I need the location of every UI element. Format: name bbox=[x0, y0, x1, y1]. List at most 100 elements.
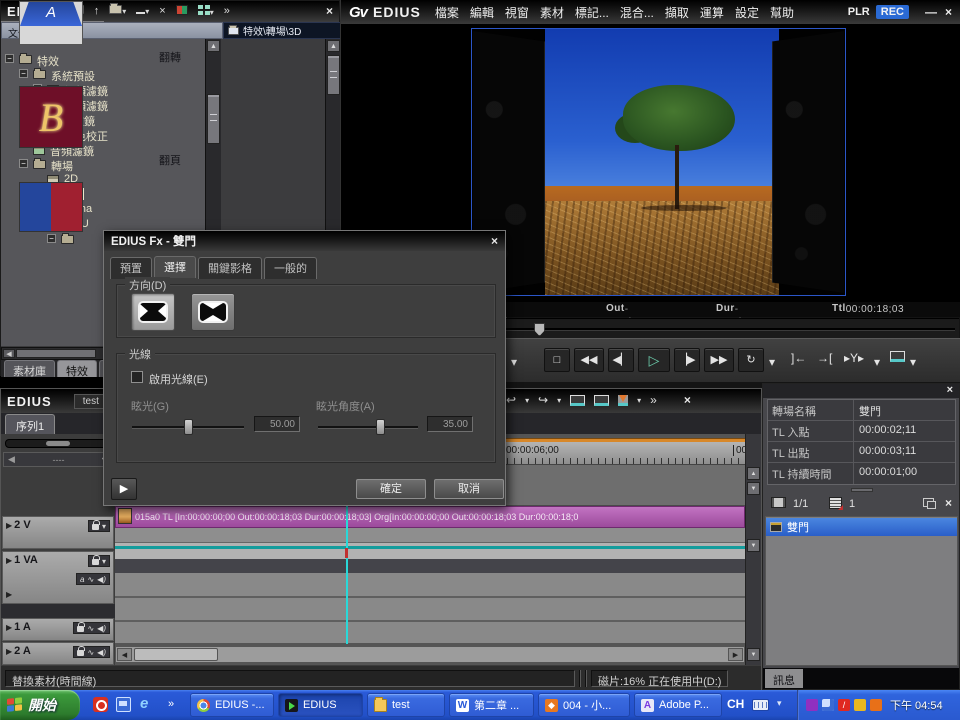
menu-help[interactable]: 幫助 bbox=[770, 4, 794, 21]
tray-security-icon[interactable] bbox=[854, 699, 866, 711]
effect-thumb-flip[interactable]: A bbox=[19, 21, 83, 45]
dialog-titlebar[interactable]: EDIUS Fx - 雙門 × bbox=[104, 231, 505, 251]
overwrite-clip-icon[interactable] bbox=[594, 395, 609, 406]
timeline-clip[interactable]: 015a0 TL [In:00:00:00;00 Out:00:00:18;03… bbox=[115, 506, 745, 528]
play-button[interactable]: ▷ bbox=[638, 348, 670, 372]
delete-icon[interactable]: × bbox=[159, 5, 165, 17]
tab-select[interactable]: 選擇 bbox=[154, 256, 196, 278]
add-marker-icon[interactable] bbox=[618, 395, 628, 406]
menu-view[interactable]: 視窗 bbox=[505, 4, 529, 21]
export-icon[interactable] bbox=[890, 351, 905, 365]
scroll-handle[interactable] bbox=[207, 94, 220, 144]
track-header-1a[interactable]: ▶1 A ∿◀) bbox=[2, 618, 114, 641]
track-header-2v[interactable]: ▶2 V ▾ bbox=[2, 516, 114, 549]
layout-icon[interactable] bbox=[923, 498, 934, 510]
audio-sub-controls[interactable]: a ∿ ◀) bbox=[76, 573, 110, 585]
color-preset-icon[interactable] bbox=[176, 5, 188, 18]
scroll-up-icon[interactable]: ▲ bbox=[327, 40, 340, 52]
step-forward-button[interactable]: ▕▶ bbox=[674, 348, 700, 372]
loop-button[interactable]: ↻ bbox=[738, 348, 764, 372]
timescale-dropdown[interactable]: ◀ ---- ▾ bbox=[3, 452, 111, 467]
timeline-vertical-scrollbar[interactable]: ▲ ▼ ▼ ▼ bbox=[745, 434, 761, 665]
scroll-right-icon[interactable]: ▶ bbox=[728, 648, 743, 661]
tree-item-system-presets[interactable]: − 系統預設 bbox=[1, 67, 205, 82]
track-down-icon[interactable]: ▼ bbox=[747, 482, 760, 495]
menu-edit[interactable]: 編輯 bbox=[470, 4, 494, 21]
taskbar-button-004[interactable]: ◆ 004 - 小... bbox=[538, 693, 630, 717]
more-tools-icon[interactable]: » bbox=[224, 5, 230, 17]
cancel-button[interactable]: 取消 bbox=[434, 479, 504, 499]
show-desktop-icon[interactable] bbox=[116, 697, 131, 712]
info-titlebar[interactable]: × bbox=[763, 384, 959, 398]
tab-presets[interactable]: 預置 bbox=[110, 257, 152, 279]
quicklaunch-media-icon[interactable] bbox=[93, 697, 108, 712]
menu-render[interactable]: 運算 bbox=[700, 4, 724, 21]
jog-button[interactable]: ▸Y▸ bbox=[844, 351, 864, 365]
undo-icon[interactable]: ↩ bbox=[506, 393, 516, 407]
marker-options-icon[interactable]: ▾ bbox=[637, 396, 641, 405]
up-folder-icon[interactable]: ↑ bbox=[94, 5, 100, 17]
menu-clip[interactable]: 素材 bbox=[540, 4, 564, 21]
collapse-icon[interactable]: − bbox=[19, 69, 28, 78]
rewind-button[interactable]: ◀◀ bbox=[574, 348, 604, 372]
clip-view-icon[interactable] bbox=[771, 497, 786, 511]
quicklaunch-overflow-icon[interactable]: » bbox=[168, 698, 174, 710]
set-out-button[interactable]: →[ bbox=[817, 351, 832, 365]
dialog-close-button[interactable]: × bbox=[491, 234, 498, 248]
palette-close-button[interactable]: × bbox=[326, 4, 333, 18]
effect-thumb-partial[interactable] bbox=[19, 182, 83, 232]
menu-marker[interactable]: 標記... bbox=[575, 4, 609, 21]
taskbar-button-test-folder[interactable]: test bbox=[367, 693, 445, 717]
glare-slider-handle[interactable] bbox=[184, 419, 193, 435]
dialog-preview-play-button[interactable]: ▶ bbox=[111, 478, 137, 500]
va-audio-row[interactable] bbox=[115, 528, 745, 543]
language-bar-options-icon[interactable]: ▾ bbox=[777, 698, 782, 709]
scroll-left-icon[interactable]: ◀ bbox=[3, 349, 15, 358]
menu-mode[interactable]: 混合... bbox=[620, 4, 654, 21]
main-titlebar[interactable]: Gv EDIUS 檔案 編輯 視窗 素材 標記... 混合... 擷取 運算 設… bbox=[341, 0, 960, 24]
collapse-icon[interactable]: − bbox=[47, 234, 56, 243]
plr-mode-label[interactable]: PLR bbox=[848, 6, 870, 18]
rubber-band-line[interactable] bbox=[115, 546, 745, 549]
export-options-icon[interactable]: ▾ bbox=[910, 355, 916, 369]
minimize-button[interactable]: — bbox=[925, 5, 937, 19]
scroll-left-icon[interactable]: ◀ bbox=[117, 648, 132, 661]
track-controls[interactable]: ∿◀) bbox=[73, 622, 110, 634]
tray-messenger-icon[interactable] bbox=[806, 699, 818, 711]
corner-icon[interactable]: ▼ bbox=[747, 648, 760, 661]
direction-vertical-button[interactable] bbox=[191, 293, 235, 331]
tab-message[interactable]: 訊息 bbox=[765, 669, 803, 688]
track-controls[interactable]: ▾ bbox=[88, 520, 110, 532]
internet-explorer-icon[interactable]: e bbox=[140, 697, 155, 712]
tab-keyframes[interactable]: 關鍵影格 bbox=[198, 257, 262, 279]
effect-list-item-selected[interactable]: 雙門 bbox=[766, 518, 957, 536]
track-controls[interactable]: ∿◀) bbox=[73, 646, 110, 658]
timeline-close-button[interactable]: × bbox=[684, 393, 691, 407]
tab-effects[interactable]: 特效 bbox=[57, 360, 97, 377]
scroll-handle[interactable] bbox=[134, 648, 218, 661]
menu-file[interactable]: 檔案 bbox=[435, 4, 459, 21]
glare-angle-slider[interactable] bbox=[318, 426, 418, 429]
track-header-1va[interactable]: ▶1 VA ▾ a ∿ ◀) ▶ bbox=[2, 551, 114, 604]
enable-light-checkbox[interactable] bbox=[131, 371, 143, 383]
tray-antivirus-icon[interactable]: / bbox=[838, 699, 850, 711]
set-in-button[interactable]: ]← bbox=[791, 351, 806, 365]
stop-button[interactable]: □ bbox=[544, 348, 570, 372]
undo-options-icon[interactable]: ▾ bbox=[525, 396, 529, 405]
timeline-horizontal-scrollbar[interactable]: ◀ ▶ bbox=[115, 646, 745, 663]
mixer-row[interactable] bbox=[115, 543, 745, 559]
timeline-zoom-slider[interactable] bbox=[5, 439, 109, 448]
taskbar-button-edius-browser[interactable]: EDIUS -... bbox=[190, 693, 274, 717]
scroll-handle[interactable] bbox=[327, 55, 340, 95]
glare-angle-value-box[interactable]: 35.00 bbox=[427, 416, 473, 432]
taskbar-button-word-doc[interactable]: W 第二章 ... bbox=[449, 693, 534, 717]
keyboard-layout-icon[interactable] bbox=[752, 699, 769, 711]
tray-update-icon[interactable] bbox=[870, 699, 882, 711]
info-close-button[interactable]: × bbox=[947, 384, 953, 396]
scroll-handle[interactable] bbox=[16, 349, 96, 358]
language-indicator[interactable]: CH bbox=[727, 697, 744, 711]
glare-slider[interactable] bbox=[132, 426, 244, 429]
more-tools-icon[interactable]: » bbox=[650, 393, 657, 407]
tray-network-icon[interactable] bbox=[822, 699, 834, 711]
main-close-button[interactable]: × bbox=[945, 5, 952, 19]
